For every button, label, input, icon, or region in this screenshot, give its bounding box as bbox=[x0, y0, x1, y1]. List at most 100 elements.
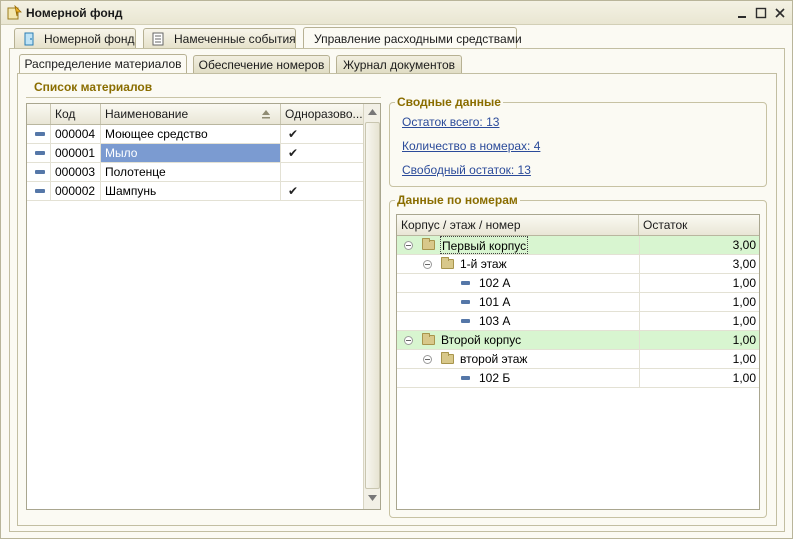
materials-table[interactable]: Код Наименование Одноразово... 000004 Мо… bbox=[26, 103, 381, 510]
name-cell-selected: Мыло bbox=[101, 144, 281, 162]
close-icon bbox=[775, 8, 785, 18]
item-marker-icon bbox=[35, 132, 45, 136]
room-marker-icon bbox=[461, 319, 470, 323]
maximize-icon bbox=[755, 7, 767, 19]
scroll-thumb[interactable] bbox=[365, 122, 380, 489]
materials-vertical-scrollbar[interactable] bbox=[363, 104, 380, 509]
tree-node-label: Первый корпус bbox=[440, 236, 529, 254]
tree-node-label: 101 А bbox=[479, 295, 511, 309]
collapse-toggle-icon[interactable] bbox=[404, 241, 413, 250]
folder-icon bbox=[422, 333, 435, 345]
tab-consumables-management[interactable]: Управление расходными средствами bbox=[303, 27, 522, 49]
total-rest-link[interactable]: Остаток всего: 13 bbox=[402, 115, 499, 129]
row-marker-cell bbox=[27, 125, 51, 143]
tab-planned-events-label: Намеченные события bbox=[174, 32, 296, 46]
tree-node-label: 103 А bbox=[479, 314, 511, 328]
rooms-tree-header: Корпус / этаж / номер Остаток bbox=[397, 215, 759, 236]
folder-icon bbox=[441, 257, 454, 269]
subtab-documents-journal[interactable]: Журнал документов bbox=[336, 55, 462, 74]
disposable-checkmark bbox=[281, 163, 363, 181]
rest-value: 1,00 bbox=[639, 293, 759, 311]
item-marker-icon bbox=[35, 151, 45, 155]
table-row[interactable]: 000004 Моющее средство ✔ bbox=[27, 125, 363, 144]
materials-table-header: Код Наименование Одноразово... bbox=[27, 104, 363, 125]
rest-column-header[interactable]: Остаток bbox=[639, 215, 759, 235]
scroll-up-button[interactable] bbox=[364, 104, 381, 121]
maximize-button[interactable] bbox=[753, 5, 769, 21]
tree-row-room[interactable]: 102 А 1,00 bbox=[397, 274, 759, 293]
tree-node-label: 1-й этаж bbox=[460, 257, 507, 271]
code-column-header[interactable]: Код bbox=[51, 104, 101, 124]
name-cell: Моющее средство bbox=[101, 125, 281, 143]
collapse-toggle-icon[interactable] bbox=[423, 260, 432, 269]
subtab-documents-journal-label: Журнал документов bbox=[342, 58, 455, 72]
subtab-room-supply[interactable]: Обеспечение номеров bbox=[193, 55, 330, 74]
subtab-material-distribution[interactable]: Распределение материалов bbox=[19, 54, 187, 75]
scroll-down-button[interactable] bbox=[364, 490, 381, 507]
tree-row-room[interactable]: 101 А 1,00 bbox=[397, 293, 759, 312]
table-row[interactable]: 000003 Полотенце bbox=[27, 163, 363, 182]
materials-list-title: Список материалов bbox=[34, 80, 153, 94]
title-bar: Номерной фонд bbox=[1, 1, 792, 25]
marker-column-header bbox=[27, 104, 51, 124]
summary-title: Сводные данные bbox=[395, 95, 503, 109]
minimize-icon bbox=[738, 16, 746, 18]
rooms-tree-table[interactable]: Корпус / этаж / номер Остаток Первый кор… bbox=[396, 214, 760, 510]
name-cell: Полотенце bbox=[101, 163, 281, 181]
building-floor-room-column-header[interactable]: Корпус / этаж / номер bbox=[397, 215, 639, 235]
tab-room-fund[interactable]: Номерной фонд bbox=[14, 28, 136, 49]
name-column-header[interactable]: Наименование bbox=[101, 104, 281, 124]
window-title: Номерной фонд bbox=[26, 6, 123, 20]
tree-row-building[interactable]: Второй корпус 1,00 bbox=[397, 331, 759, 350]
disposable-checkmark: ✔ bbox=[288, 184, 299, 198]
code-cell: 000001 bbox=[51, 144, 101, 162]
disposable-column-header[interactable]: Одноразово... bbox=[281, 104, 363, 124]
in-rooms-count-link[interactable]: Количество в номерах: 4 bbox=[402, 139, 540, 153]
rest-value: 1,00 bbox=[639, 274, 759, 292]
collapse-toggle-icon[interactable] bbox=[404, 336, 413, 345]
events-list-icon bbox=[152, 32, 164, 46]
row-marker-cell bbox=[27, 163, 51, 181]
rest-value: 1,00 bbox=[639, 312, 759, 330]
rest-value: 1,00 bbox=[639, 331, 759, 349]
tab-room-fund-label: Номерной фонд bbox=[44, 32, 135, 46]
tree-node-label: Второй корпус bbox=[441, 333, 522, 347]
close-button[interactable] bbox=[772, 5, 788, 21]
row-marker-cell bbox=[27, 182, 51, 200]
subtab-material-distribution-label: Распределение материалов bbox=[24, 57, 182, 71]
table-row[interactable]: 000001 Мыло ✔ bbox=[27, 144, 363, 163]
free-rest-link[interactable]: Свободный остаток: 13 bbox=[402, 163, 531, 177]
row-marker-cell bbox=[27, 144, 51, 162]
door-icon bbox=[24, 32, 34, 46]
folder-icon bbox=[422, 238, 435, 250]
minimize-button[interactable] bbox=[734, 5, 750, 21]
sort-icon bbox=[262, 110, 270, 119]
tree-row-floor[interactable]: второй этаж 1,00 bbox=[397, 350, 759, 369]
tree-node-label: 102 А bbox=[479, 276, 511, 290]
tree-row-room[interactable]: 103 А 1,00 bbox=[397, 312, 759, 331]
tree-node-label: второй этаж bbox=[460, 352, 528, 366]
name-cell: Шампунь bbox=[101, 182, 281, 200]
rest-value: 3,00 bbox=[639, 255, 759, 273]
tab-consumables-management-label: Управление расходными средствами bbox=[314, 32, 522, 46]
disposable-checkmark: ✔ bbox=[288, 146, 299, 160]
window: Номерной фонд Номерной фонд Намеченные с… bbox=[0, 0, 793, 539]
item-marker-icon bbox=[35, 170, 45, 174]
tab-planned-events[interactable]: Намеченные события bbox=[143, 28, 296, 49]
code-cell: 000004 bbox=[51, 125, 101, 143]
room-marker-icon bbox=[461, 281, 470, 285]
name-column-header-label: Наименование bbox=[105, 107, 189, 121]
room-marker-icon bbox=[461, 300, 470, 304]
scroll-up-arrow-icon bbox=[368, 109, 377, 115]
tree-row-floor[interactable]: 1-й этаж 3,00 bbox=[397, 255, 759, 274]
collapse-toggle-icon[interactable] bbox=[423, 355, 432, 364]
rest-value: 1,00 bbox=[639, 350, 759, 368]
tree-row-room[interactable]: 102 Б 1,00 bbox=[397, 369, 759, 388]
tree-node-label: 102 Б bbox=[479, 371, 511, 385]
app-form-icon bbox=[7, 5, 22, 20]
tree-row-building[interactable]: Первый корпус 3,00 bbox=[397, 236, 759, 255]
disposable-checkmark: ✔ bbox=[288, 127, 299, 141]
rest-value: 3,00 bbox=[639, 236, 759, 254]
table-row[interactable]: 000002 Шампунь ✔ bbox=[27, 182, 363, 201]
rest-value: 1,00 bbox=[639, 369, 759, 387]
